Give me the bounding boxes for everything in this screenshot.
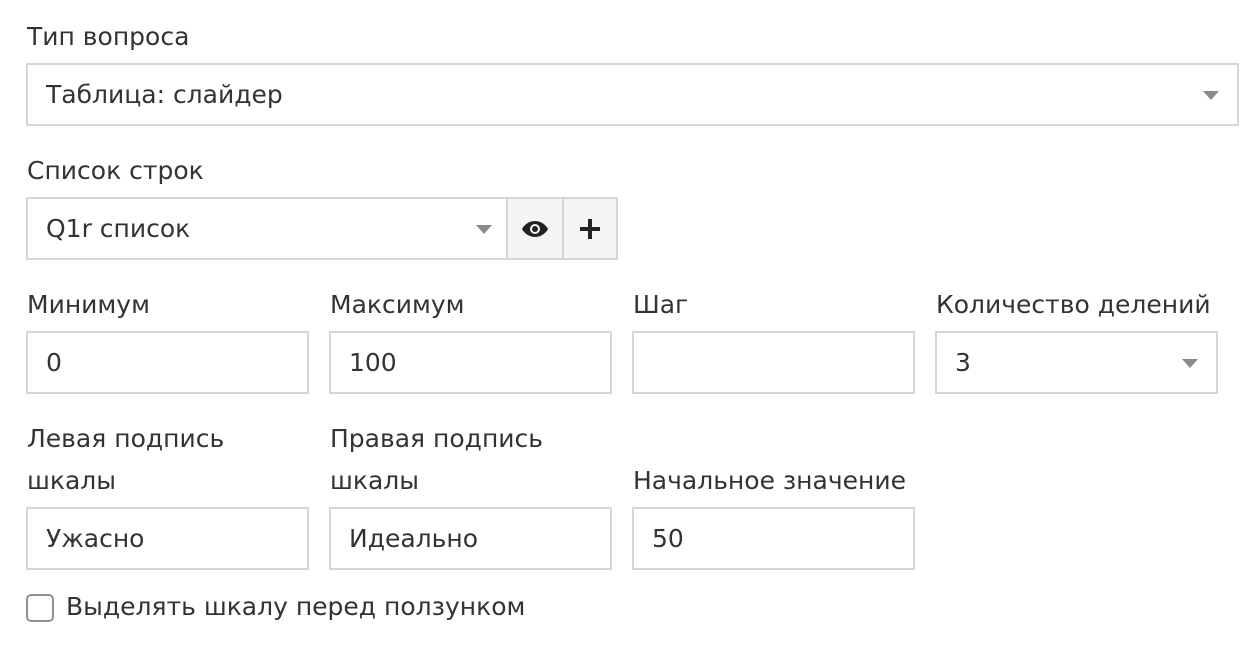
step-label: Шаг bbox=[633, 290, 689, 319]
add-list-button[interactable] bbox=[562, 197, 618, 260]
minimum-input[interactable]: 0 bbox=[26, 331, 309, 394]
row-list-select[interactable]: Q1r список bbox=[26, 197, 508, 260]
maximum-input[interactable]: 100 bbox=[329, 331, 612, 394]
right-caption-input[interactable]: Идеально bbox=[329, 507, 612, 570]
left-caption-input[interactable]: Ужасно bbox=[26, 507, 309, 570]
divisions-select[interactable]: 3 bbox=[935, 331, 1218, 394]
question-type-value: Таблица: слайдер bbox=[46, 80, 283, 109]
question-type-label: Тип вопроса bbox=[27, 22, 190, 51]
right-caption-value: Идеально bbox=[349, 524, 479, 553]
right-caption-label: Правая подпись шкалы bbox=[330, 424, 544, 495]
initial-value-value: 50 bbox=[652, 524, 684, 553]
chevron-down-icon bbox=[1203, 90, 1219, 100]
plus-icon bbox=[580, 218, 600, 239]
maximum-label: Максимум bbox=[330, 290, 465, 319]
step-input[interactable] bbox=[632, 331, 915, 394]
initial-value-input[interactable]: 50 bbox=[632, 507, 915, 570]
divisions-value: 3 bbox=[955, 348, 971, 377]
highlight-scale-label: Выделять шкалу перед ползунком bbox=[66, 592, 526, 621]
row-list-label: Список строк bbox=[27, 156, 204, 185]
highlight-scale-checkbox[interactable] bbox=[26, 594, 54, 622]
chevron-down-icon bbox=[1182, 358, 1198, 368]
row-list-value: Q1r список bbox=[46, 214, 191, 243]
question-type-select[interactable]: Таблица: слайдер bbox=[26, 63, 1239, 126]
view-list-button[interactable] bbox=[506, 197, 564, 260]
initial-value-label: Начальное значение bbox=[633, 466, 906, 495]
minimum-value: 0 bbox=[46, 348, 62, 377]
minimum-label: Минимум bbox=[27, 290, 150, 319]
left-caption-label: Левая подпись шкалы bbox=[27, 424, 225, 495]
left-caption-value: Ужасно bbox=[46, 524, 145, 553]
eye-icon bbox=[522, 220, 548, 237]
chevron-down-icon bbox=[476, 224, 492, 234]
divisions-label: Количество делений bbox=[936, 290, 1211, 319]
maximum-value: 100 bbox=[349, 348, 397, 377]
